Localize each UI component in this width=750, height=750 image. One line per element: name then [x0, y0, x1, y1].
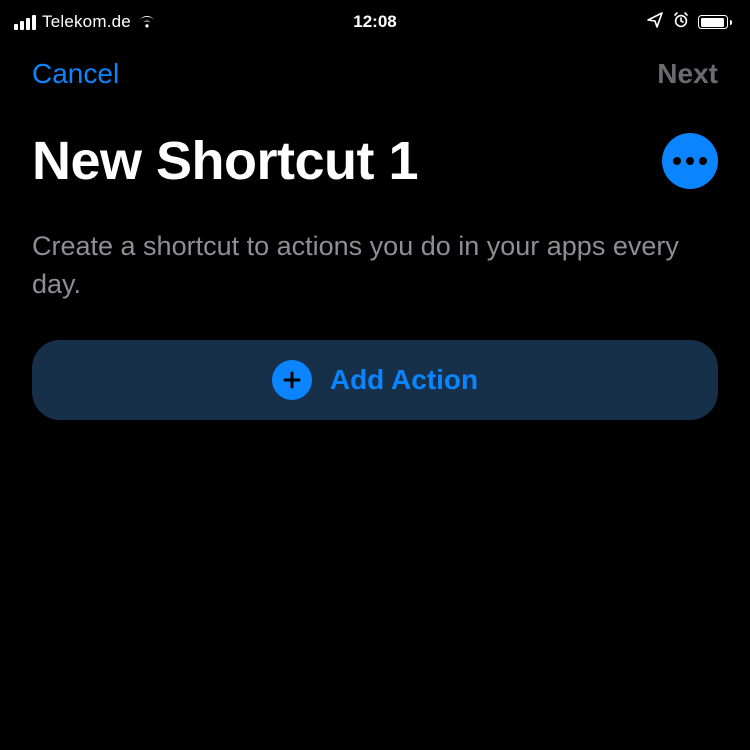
carrier-label: Telekom.de: [42, 12, 131, 32]
signal-icon: [14, 15, 36, 30]
clock-time: 12:08: [353, 12, 396, 32]
description-text: Create a shortcut to actions you do in y…: [0, 192, 750, 304]
wifi-icon: [137, 15, 157, 29]
location-icon: [646, 11, 664, 34]
more-options-button[interactable]: [662, 133, 718, 189]
title-row: New Shortcut 1: [0, 100, 750, 192]
alarm-icon: [672, 11, 690, 34]
status-bar: Telekom.de 12:08: [0, 0, 750, 44]
nav-bar: Cancel Next: [0, 44, 750, 100]
battery-icon: [698, 15, 732, 29]
ellipsis-icon: [673, 157, 681, 165]
status-right: [646, 11, 732, 34]
cancel-button[interactable]: Cancel: [32, 58, 119, 90]
next-button[interactable]: Next: [657, 58, 718, 90]
page-title: New Shortcut 1: [32, 130, 418, 192]
plus-icon: [272, 360, 312, 400]
add-action-button[interactable]: Add Action: [32, 340, 718, 420]
status-left: Telekom.de: [14, 12, 157, 32]
add-action-label: Add Action: [330, 364, 478, 396]
